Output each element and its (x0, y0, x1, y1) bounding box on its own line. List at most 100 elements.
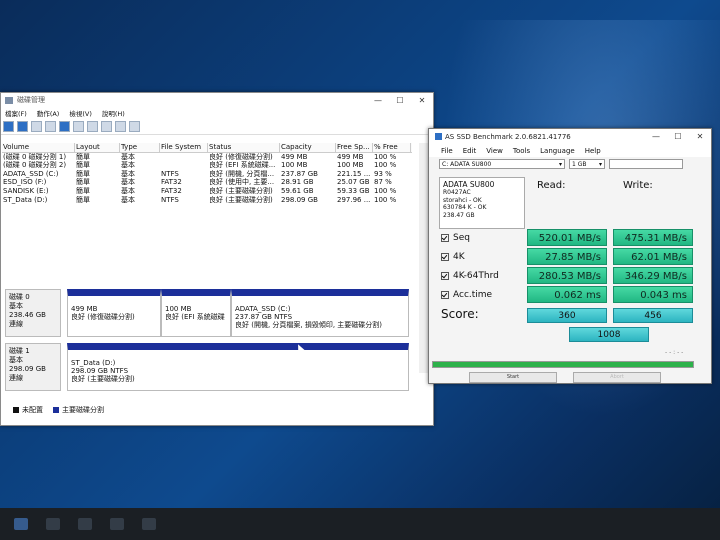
disk-1-row[interactable]: 磁碟 1 基本 298.09 GB 連線 ST_Data (D:) 298.09… (5, 343, 409, 391)
partition-adata-ssd[interactable]: ADATA_SSD (C:) 237.87 GB NTFS 良好 (開機, 分頁… (231, 289, 409, 337)
dm-window-controls: — ☐ ✕ (367, 96, 433, 105)
menu-help[interactable]: Help (585, 147, 601, 155)
col-percent-free[interactable]: % Free (373, 143, 411, 152)
minimize-icon[interactable]: — (645, 132, 667, 141)
disk-0-row[interactable]: 磁碟 0 基本 238.46 GB 連線 499 MB 良好 (修復磁碟分割) … (5, 289, 409, 337)
task-view-icon[interactable] (78, 518, 92, 530)
volume-table-body: (磁碟 0 磁碟分割 1) 簡單 基本 良好 (修復磁碟分割) 499 MB 499 MB… (2, 153, 412, 205)
disk-0-size: 238.46 GB (9, 311, 46, 319)
col-filesystem[interactable]: File System (160, 143, 208, 152)
close-icon[interactable]: ✕ (411, 96, 433, 105)
menu-action[interactable]: 動作(A) (37, 108, 60, 118)
menu-file[interactable]: File (441, 147, 453, 155)
col-volume[interactable]: Volume (2, 143, 75, 152)
col-status[interactable]: Status (208, 143, 280, 152)
table-row[interactable]: ST_Data (D:) 簡單 基本 NTFS 良好 (主要磁碟分割) 298.09 GB… (2, 196, 412, 205)
test-4k-name: 4K (453, 252, 465, 262)
col-layout[interactable]: Layout (75, 143, 120, 152)
table-row[interactable]: (磁碟 0 磁碟分割 2) 簡單 基本 良好 (EFI 系統磁碟... 100 MB 10… (2, 161, 412, 170)
score-label: Score: (441, 307, 479, 321)
test-4k-label[interactable]: 4K (439, 248, 525, 266)
table-cell: 87 % (374, 178, 392, 187)
table-row[interactable]: ESD_ISO (F:) 簡單 基本 FAT32 良好 (使用中, 主要... 28.91… (2, 178, 412, 187)
table-cell: ESD_ISO (F:) (3, 178, 47, 187)
col-free-space[interactable]: Free Sp... (336, 143, 373, 152)
abort-button[interactable]: Abort (573, 372, 661, 383)
table-cell: 簡單 (76, 169, 90, 178)
close-icon[interactable]: ✕ (689, 132, 711, 141)
table-cell: 28.91 GB (281, 178, 314, 187)
partition-efi[interactable]: 100 MB 良好 (EFI 系統磁碟 (161, 289, 231, 337)
menu-edit[interactable]: Edit (463, 147, 477, 155)
help-icon[interactable] (59, 120, 70, 132)
format-icon[interactable] (115, 120, 126, 132)
table-cell: 499 MB (337, 152, 364, 161)
start-icon[interactable] (14, 518, 28, 530)
test-seq-label[interactable]: Seq (439, 229, 525, 247)
table-cell: 237.87 GB (281, 169, 318, 178)
drive-select[interactable]: C: ADATA SU800 ▾ (439, 159, 565, 169)
maximize-icon[interactable]: ☐ (667, 132, 689, 141)
4k-read-value: 27.85 MB/s (527, 248, 607, 265)
partition-recovery[interactable]: 499 MB 良好 (修復磁碟分割) (67, 289, 161, 337)
menu-tools[interactable]: Tools (513, 147, 530, 155)
forward-icon[interactable] (17, 120, 28, 132)
delete-icon[interactable] (101, 120, 112, 132)
size-select[interactable]: 1 GB ▾ (569, 159, 605, 169)
size-select-value: 1 GB (572, 161, 587, 168)
table-cell: 良好 (EFI 系統磁碟... (209, 161, 276, 170)
search-icon[interactable] (46, 518, 60, 530)
store-icon[interactable] (142, 518, 156, 530)
disk-0-type: 基本 (9, 302, 23, 310)
minimize-icon[interactable]: — (367, 96, 389, 105)
legend-primary-label: 主要磁碟分割 (62, 406, 104, 414)
checkbox-icon[interactable] (441, 271, 449, 280)
table-cell: 簡單 (76, 178, 90, 187)
table-cell: 297.96 ... (337, 195, 371, 204)
test-acctime-label[interactable]: Acc.time (439, 286, 525, 304)
legend-unallocated: 未配置 (13, 405, 43, 415)
test-4k64-name: 4K-64Thrd (453, 271, 499, 281)
back-icon[interactable] (3, 120, 14, 132)
dm-toolbar (1, 118, 433, 135)
disk-1-state: 連線 (9, 374, 23, 382)
settings-icon[interactable] (129, 120, 140, 132)
view-icon[interactable] (73, 120, 84, 132)
checkbox-icon[interactable] (441, 233, 449, 242)
list-icon[interactable] (45, 120, 56, 132)
test-seq-name: Seq (453, 233, 470, 243)
col-capacity[interactable]: Capacity (280, 143, 336, 152)
disk-0-label: 磁碟 0 基本 238.46 GB 連線 (5, 289, 61, 337)
table-row[interactable]: SANDISK (E:) 簡單 基本 FAT32 良好 (主要磁碟分割) 59.61 GB… (2, 187, 412, 196)
drive-alignment: 630784 K - OK (443, 204, 487, 211)
menu-view[interactable]: View (486, 147, 503, 155)
col-type[interactable]: Type (120, 143, 160, 152)
drive-select-value: C: ADATA SU800 (442, 161, 492, 168)
menu-file[interactable]: 檔案(F) (5, 108, 27, 118)
menu-view[interactable]: 檢視(V) (69, 108, 92, 118)
start-button[interactable]: Start (469, 372, 557, 383)
score-total: 1008 (569, 327, 649, 342)
table-cell: FAT32 (161, 186, 182, 195)
table-row[interactable]: (磁碟 0 磁碟分割 1) 簡單 基本 良好 (修復磁碟分割) 499 MB 499 MB… (2, 153, 412, 162)
check-icon[interactable] (87, 120, 98, 132)
maximize-icon[interactable]: ☐ (389, 96, 411, 105)
partition-st-data[interactable]: ST_Data (D:) 298.09 GB NTFS 良好 (主要磁碟分割) (67, 343, 409, 391)
menu-help[interactable]: 說明(H) (102, 108, 125, 118)
acctime-read-value: 0.062 ms (527, 286, 607, 303)
properties-icon[interactable] (31, 120, 42, 132)
checkbox-icon[interactable] (441, 252, 449, 261)
table-cell: 298.09 GB (281, 195, 318, 204)
checkbox-icon[interactable] (441, 290, 449, 299)
table-cell: NTFS (161, 169, 179, 178)
score-read: 360 (527, 308, 607, 323)
blank-field[interactable] (609, 159, 683, 169)
test-4k64-label[interactable]: 4K-64Thrd (439, 267, 525, 285)
disk-0-name: 磁碟 0 (9, 293, 30, 301)
table-row[interactable]: ADATA_SSD (C:) 簡單 基本 NTFS 良好 (開機, 分頁檔... 237.… (2, 170, 412, 179)
menu-language[interactable]: Language (540, 147, 575, 155)
table-cell: 93 % (374, 169, 392, 178)
file-explorer-icon[interactable] (110, 518, 124, 530)
dm-title-bar: 磁碟管理 — ☐ ✕ (1, 93, 433, 107)
table-cell: 100 % (374, 161, 397, 170)
